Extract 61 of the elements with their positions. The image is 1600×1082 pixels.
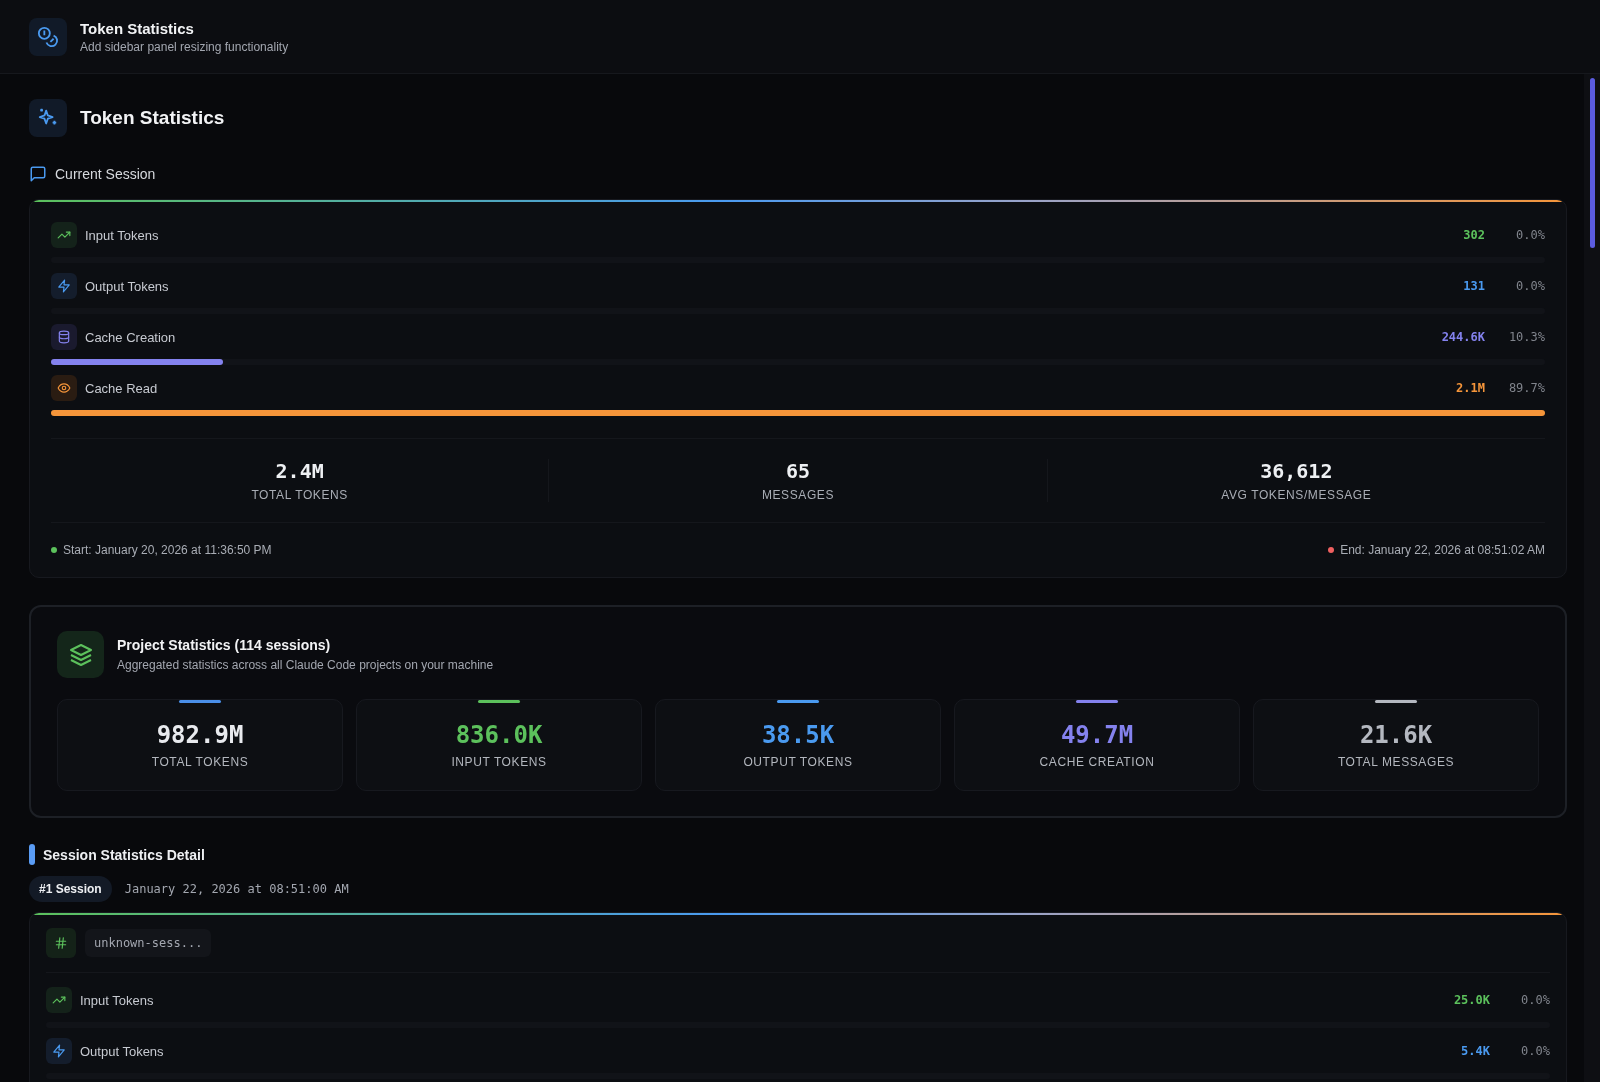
eye-icon (51, 375, 77, 401)
status-dot (51, 547, 57, 553)
stat-value: 982.9M (156, 721, 244, 749)
section-heading: Current Session (55, 166, 156, 182)
page-title: Token Statistics (80, 107, 225, 129)
scrollbar[interactable] (1584, 74, 1600, 1082)
token-label: Cache Creation (85, 329, 177, 345)
token-count: 5.4K (1461, 1044, 1490, 1058)
token-count: 302 (1463, 228, 1485, 242)
section-heading: Session Statistics Detail (43, 846, 205, 863)
session-badge: #1 Session (29, 876, 112, 902)
token-percent: 0.0% (1520, 1044, 1550, 1058)
start-time: Start: January 20, 2026 at 11:36:50 PM (63, 543, 272, 557)
stat-label: TOTAL MESSAGES (1337, 755, 1455, 769)
status-dot (1328, 547, 1335, 553)
token-count: 244.6K (1441, 330, 1485, 344)
token-count: 2.1M (1456, 381, 1485, 395)
chat-bubble-icon (29, 165, 47, 183)
stat-label: CACHE CREATION (1039, 755, 1155, 769)
token-count: 25.0K (1453, 993, 1490, 1007)
stat-label: INPUT TOKENS (451, 755, 547, 769)
summary-value: 36,612 (1260, 459, 1333, 483)
session-id: unknown-sess... (85, 929, 212, 957)
summary-label: AVG TOKENS/MESSAGE (1221, 488, 1372, 502)
token-label: Cache Read (85, 380, 159, 396)
summary-label: MESSAGES (761, 488, 835, 502)
token-percent: 0.0% (1520, 993, 1550, 1007)
token-label: Input Tokens (80, 992, 155, 1008)
hash-icon (46, 928, 76, 958)
session-date: January 22, 2026 at 08:51:00 AM (124, 882, 349, 896)
summary-label: TOTAL TOKENS (251, 488, 348, 502)
header-subtitle: Add sidebar panel resizing functionality (80, 39, 289, 54)
token-count: 131 (1463, 279, 1485, 293)
project-subtitle: Aggregated statistics across all Claude Code projects on your machine (117, 658, 494, 672)
trend-up-icon (51, 222, 77, 248)
layers-icon (57, 631, 104, 678)
lightning-icon (46, 1038, 72, 1064)
token-percent: 0.0% (1515, 228, 1545, 242)
token-percent: 0.0% (1515, 279, 1545, 293)
header-title: Token Statistics (80, 19, 195, 37)
lightning-icon (51, 273, 77, 299)
project-title: Project Statistics (114 sessions) (117, 637, 332, 653)
stat-value: 836.0K (455, 721, 543, 749)
coins-icon (29, 17, 67, 56)
stat-value: 21.6K (1359, 721, 1433, 749)
stat-label: OUTPUT TOKENS (743, 755, 853, 769)
token-label: Input Tokens (85, 227, 160, 243)
token-label: Output Tokens (85, 278, 170, 294)
stat-value: 49.7M (1060, 721, 1134, 749)
stat-label: TOTAL TOKENS (151, 755, 249, 769)
sparkles-icon (29, 99, 67, 137)
token-percent: 10.3% (1507, 330, 1545, 344)
summary-value: 65 (785, 459, 811, 483)
end-time: End: January 22, 2026 at 08:51:02 AM (1340, 543, 1545, 557)
token-label: Output Tokens (80, 1043, 165, 1059)
stat-value: 38.5K (761, 721, 835, 749)
trend-up-icon (46, 987, 72, 1013)
database-icon (51, 324, 77, 350)
token-percent: 89.7% (1507, 381, 1545, 395)
accent-bar (29, 844, 35, 865)
summary-value: 2.4M (275, 459, 324, 483)
